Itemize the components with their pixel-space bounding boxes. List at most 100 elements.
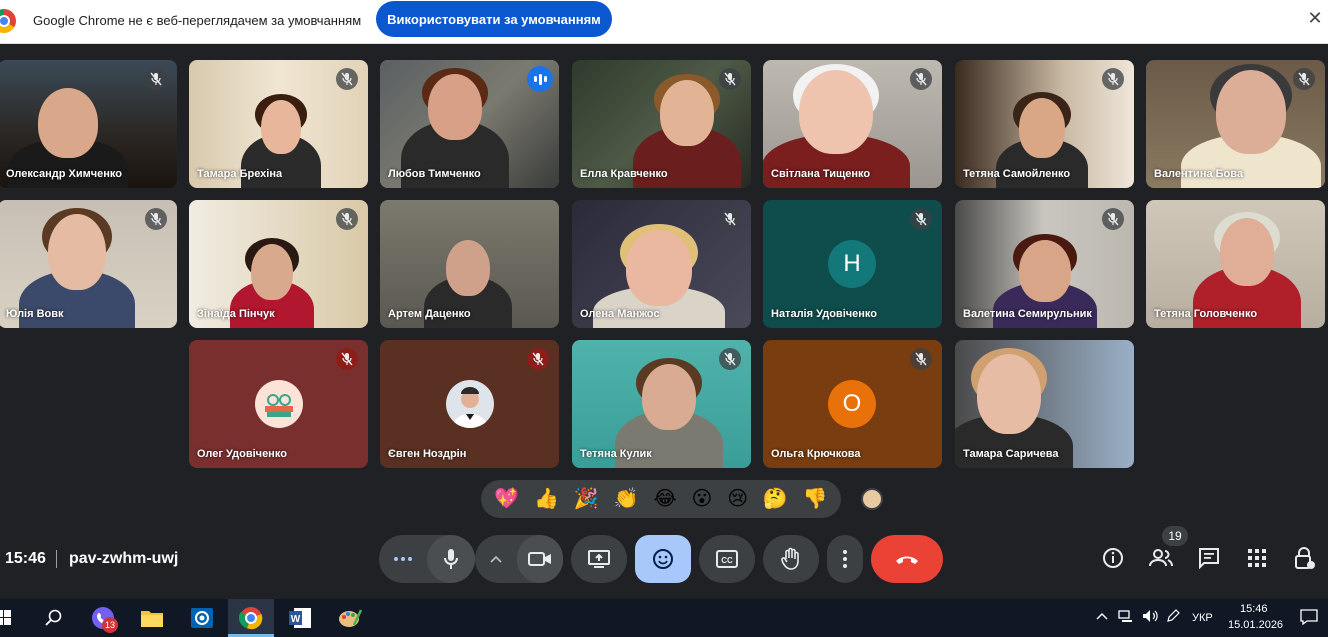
participant-name: Євген Ноздрін [388,448,467,460]
reaction-surprised[interactable]: 😮 [692,489,713,509]
participant-name: Валетина Семирульник [963,308,1092,320]
more-camera-options-button[interactable] [475,535,517,583]
reactions-bar: 💖 👍 🎉 👏 😂 😮 😢 🤔 👎 [481,480,841,518]
meet-window: Google Chrome не є веб-переглядачем за у… [0,0,1328,637]
captions-button[interactable]: CC [699,535,755,583]
participant-tile[interactable]: Юлія Вовк [0,200,177,328]
reaction-thumbs-down[interactable]: 👎 [803,489,828,509]
reaction-thumbs-up[interactable]: 👍 [534,489,559,509]
speaking-indicator-icon [527,66,553,92]
participant-face [660,80,714,146]
participant-name: Зінаїда Пінчук [197,308,275,320]
captions-icon: CC [716,550,738,568]
participant-name: Олег Удовіченко [197,448,287,460]
close-icon[interactable]: ✕ [1306,9,1324,27]
notifications-icon[interactable] [1300,609,1318,628]
leave-call-button[interactable] [871,535,943,583]
infobar-message: Google Chrome не є веб-переглядачем за у… [33,13,362,28]
participant-name: Тамара Брехіна [197,168,283,180]
smiley-icon [653,549,673,569]
participant-face [261,100,301,154]
participant-face [1220,218,1274,286]
reactions-button[interactable] [635,535,691,583]
participant-tile[interactable]: Олег Удовіченко [189,340,368,468]
raise-hand-button[interactable] [763,535,819,583]
mic-off-icon [336,68,358,90]
dots-vertical-icon [843,550,847,568]
svg-text:W: W [291,614,301,625]
camera-button[interactable] [517,535,563,583]
participant-name: Наталія Удовіченко [771,308,877,320]
reaction-thinking[interactable]: 🤔 [763,489,788,509]
participant-face [1019,98,1065,158]
participant-face [642,364,696,430]
participant-tile[interactable]: Валетина Семирульник [955,200,1134,328]
participant-tile[interactable]: Валентина Бова [1146,60,1325,188]
reaction-clapping[interactable]: 👏 [614,489,639,509]
reaction-party-popper[interactable]: 🎉 [574,489,599,509]
mic-control-group [379,535,475,583]
more-options-button[interactable] [827,535,863,583]
participant-tile[interactable]: Тетяна Головченко [1146,200,1325,328]
file-explorer-icon[interactable] [138,604,166,632]
more-mic-options-button[interactable] [379,535,427,583]
volume-icon[interactable] [1142,609,1160,626]
participant-tile[interactable]: Елла Кравченко [572,60,751,188]
language-indicator[interactable]: УКР [1192,612,1213,624]
participant-tile[interactable]: Світлана Тищенко [763,60,942,188]
participant-tile[interactable]: Тамара Саричева [955,340,1134,468]
present-screen-button[interactable] [571,535,627,583]
reaction-crying[interactable]: 😢 [727,489,748,509]
mic-off-icon [1102,68,1124,90]
people-icon [1149,549,1173,567]
participant-tile[interactable]: Тетяна Самойленко [955,60,1134,188]
participant-tile[interactable]: О Ольга Крючкова [763,340,942,468]
participant-name: Елла Кравченко [580,168,668,180]
paint-icon[interactable] [336,604,364,632]
host-controls-button[interactable] [1292,545,1318,571]
apps-grid-icon [1248,549,1266,567]
reaction-laughing[interactable]: 😂 [653,489,676,509]
divider [56,550,57,568]
participant-tile[interactable]: Тамара Брехіна [189,60,368,188]
participant-tile[interactable]: Зінаїда Пінчук [189,200,368,328]
participant-tile[interactable]: Євген Ноздрін [380,340,559,468]
participant-tile[interactable]: Олександр Химченко [0,60,177,188]
mic-off-icon [336,348,358,370]
search-icon[interactable] [40,604,68,632]
mic-off-icon [527,348,549,370]
mic-off-icon [145,208,167,230]
meeting-time: 15:46 [5,550,46,567]
microphone-icon [444,549,458,569]
camera-app-icon[interactable] [188,604,216,632]
info-icon [1103,548,1123,568]
chrome-taskbar-icon[interactable] [237,604,265,632]
participant-tile[interactable]: Олена Манжос [572,200,751,328]
mic-off-icon [1102,208,1124,230]
participant-tile[interactable]: Н Наталія Удовіченко [763,200,942,328]
chat-button[interactable] [1196,545,1222,571]
raise-hand-icon [781,547,799,570]
participant-name: Тетяна Головченко [1154,308,1258,320]
set-default-button[interactable]: Використовувати за умовчанням [376,1,612,37]
pen-icon[interactable] [1166,609,1180,626]
windows-start-icon[interactable] [0,604,18,632]
network-icon[interactable] [1118,609,1134,626]
meeting-code: pav-zwhm-uwj [69,550,179,567]
participant-tile[interactable]: Артем Даценко [380,200,559,328]
participant-tile[interactable]: Тетяна Кулик [572,340,751,468]
microphone-button[interactable] [427,535,475,583]
people-button[interactable] [1148,545,1174,571]
skin-tone-button[interactable] [861,488,883,510]
reaction-sparkling-heart[interactable]: 💖 [494,489,519,509]
meeting-details-button[interactable] [1100,545,1126,571]
word-icon[interactable]: W [286,604,314,632]
participant-name: Тетяна Самойленко [963,168,1071,180]
hang-up-icon [896,556,918,564]
activities-button[interactable] [1244,545,1270,571]
mic-off-icon [910,348,932,370]
participant-name: Валентина Бова [1154,168,1243,180]
participant-tile[interactable]: Любов Тимченко [380,60,559,188]
chevron-up-icon[interactable] [1096,611,1108,623]
lock-person-icon [1295,547,1315,569]
